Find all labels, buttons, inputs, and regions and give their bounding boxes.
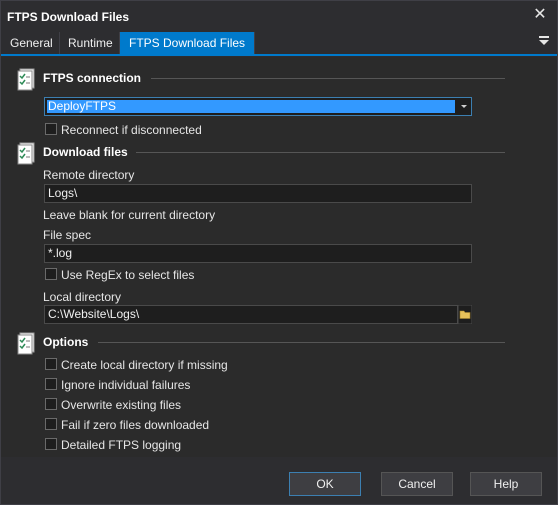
file-spec-label: File spec [43,228,92,242]
title-bar: FTPS Download Files ✕ [1,1,557,32]
remote-directory-label: Remote directory [43,168,135,182]
connection-selected-value: DeployFTPS [47,100,455,113]
option-checkbox-fail-zero[interactable] [45,418,57,430]
tab-content: FTPS connection DeployFTPS Reconnect if … [1,57,557,457]
tab-runtime[interactable]: Runtime [62,32,120,54]
remote-directory-input[interactable]: Logs\ [44,184,472,203]
option-label: Ignore individual failures [61,378,191,392]
button-bar: OK Cancel Help [1,457,557,504]
cancel-button[interactable]: Cancel [381,472,453,496]
tab-bar: General Runtime FTPS Download Files [1,32,557,56]
dialog-window: FTPS Download Files ✕ General Runtime FT… [0,0,558,505]
use-regex-label: Use RegEx to select files [61,268,195,282]
close-icon[interactable]: ✕ [532,7,548,23]
option-checkbox-detailed-logging[interactable] [45,438,57,450]
option-checkbox-ignore-failures[interactable] [45,378,57,390]
reconnect-checkbox[interactable] [45,123,57,135]
chevron-down-icon [461,105,467,108]
section-title-download-files: Download files [43,145,128,159]
help-button[interactable]: Help [470,472,542,496]
section-title-options: Options [43,335,89,349]
checklist-icon [17,142,35,165]
window-title: FTPS Download Files [7,10,130,24]
folder-browse-icon[interactable] [458,305,472,324]
ok-button[interactable]: OK [289,472,361,496]
file-spec-input[interactable]: *.log [44,244,472,263]
tab-general[interactable]: General [4,32,60,54]
section-divider [136,152,505,153]
option-label: Detailed FTPS logging [61,438,182,452]
tab-menu-icon[interactable] [539,36,551,50]
checklist-icon [17,68,35,91]
option-label: Create local directory if missing [61,358,228,372]
section-title-ftps-connection: FTPS connection [43,71,142,85]
connection-dropdown[interactable]: DeployFTPS [44,97,472,116]
use-regex-checkbox[interactable] [45,268,57,280]
option-label: Fail if zero files downloaded [61,418,210,432]
remote-directory-hint: Leave blank for current directory [43,208,216,222]
local-directory-input[interactable]: C:\Website\Logs\ [44,305,458,324]
reconnect-label: Reconnect if disconnected [61,123,202,137]
local-directory-label: Local directory [43,290,122,304]
option-label: Overwrite existing files [61,398,182,412]
option-checkbox-create-local-dir[interactable] [45,358,57,370]
section-divider [151,78,505,79]
tab-ftps-download-files[interactable]: FTPS Download Files [120,32,256,54]
section-divider [98,342,505,343]
checklist-icon [17,332,35,355]
option-checkbox-overwrite[interactable] [45,398,57,410]
